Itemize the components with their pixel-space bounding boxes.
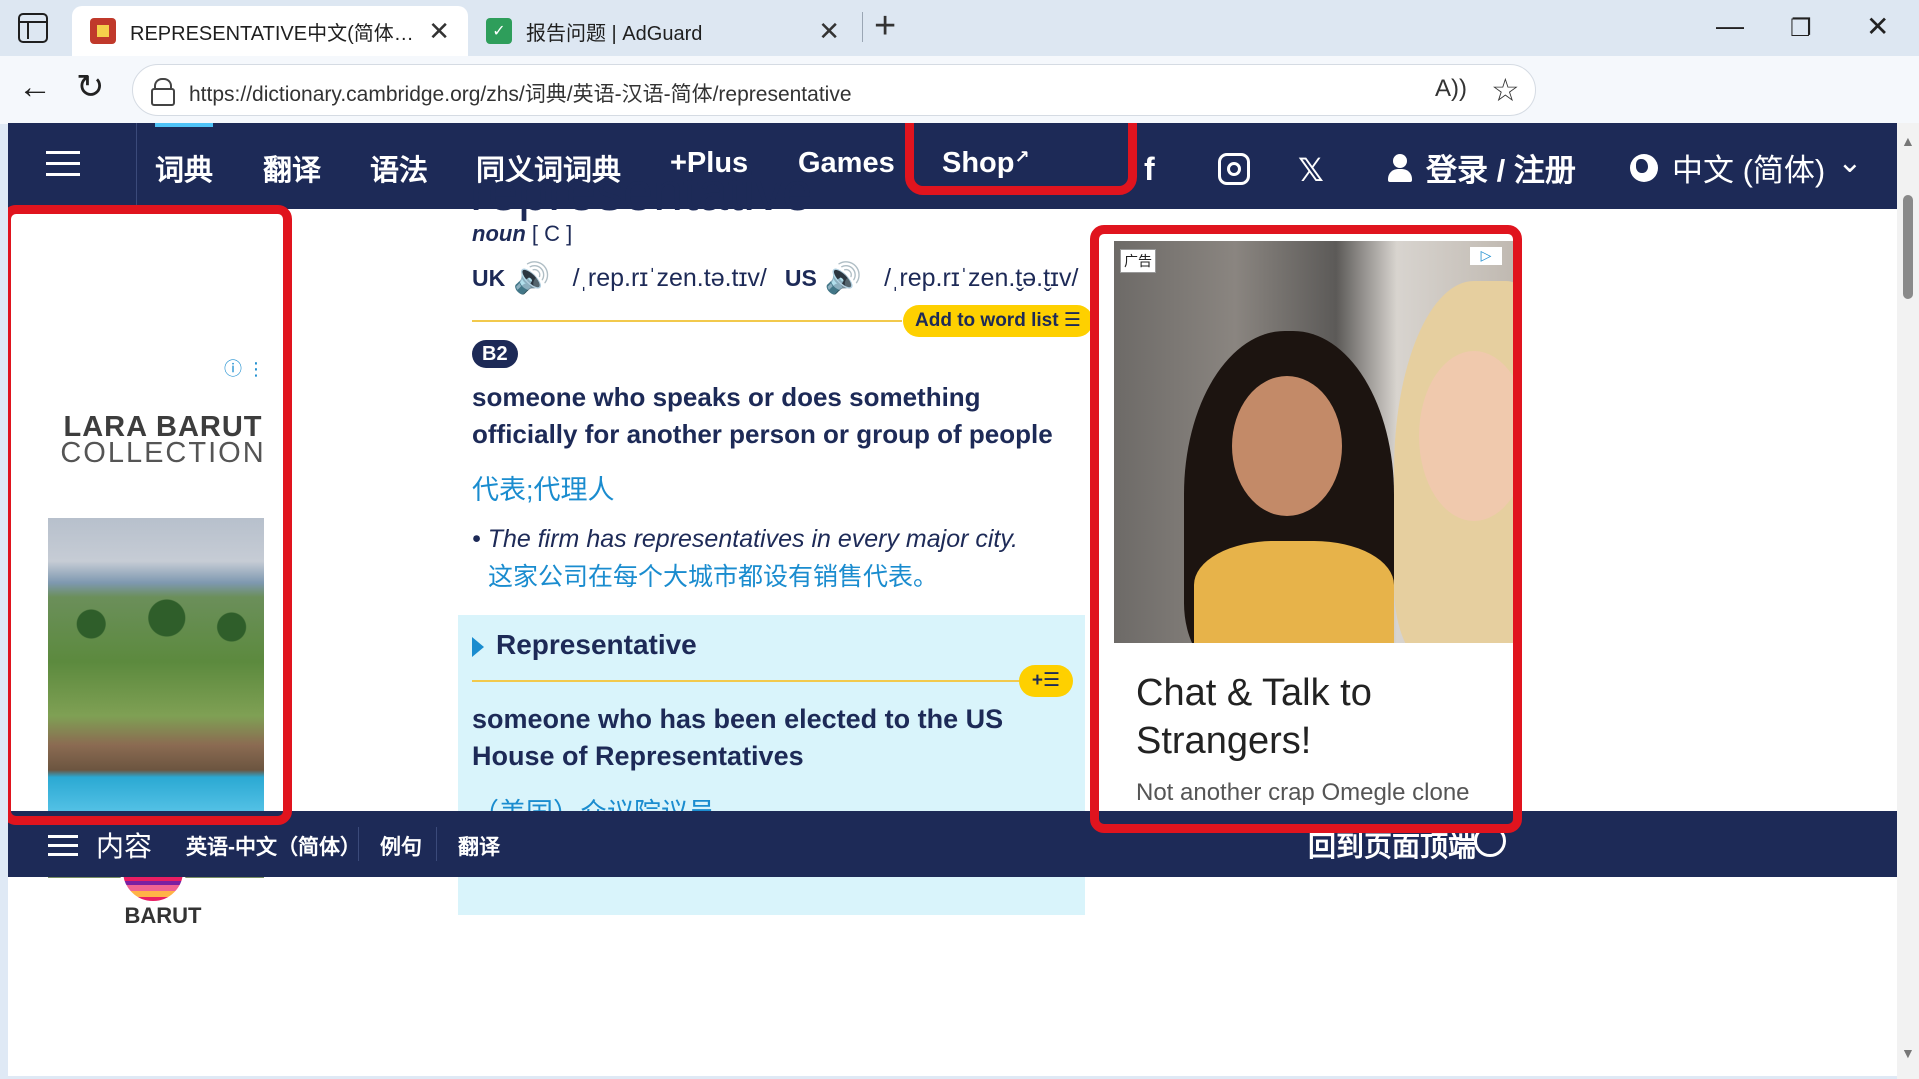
bottom-divider [436,827,437,861]
definition: someone who speaks or does something off… [472,382,1053,449]
adguard-shield-icon: ✓ [486,18,512,44]
ad-logo-text: BARUT [124,903,202,928]
uk-ipa: /ˌrep.rɪˈzen.tə.tɪv/ [572,264,767,292]
divider-line [472,320,902,322]
pronunciation-row: UK 🔊 /ˌrep.rɪˈzen.tə.tɪv/ US 🔊 /ˌrep.rɪˈ… [472,261,1096,296]
grammar-code: [ C ] [531,221,573,246]
sense-title[interactable]: Representative [496,629,697,661]
web-page: 词典 翻译 语法 同义词词典 +Plus Games Shop↗ f 𝕏 登录 … [8,123,1897,1076]
favorite-icon[interactable]: ☆ [1491,71,1520,109]
tab-cambridge[interactable]: REPRESENTATIVE中文(简体)翻译： ✕ [72,6,468,56]
page-scrollbar[interactable]: ▲ ▼ [1897,123,1919,1079]
us-audio-icon[interactable]: 🔊 [825,261,862,296]
divider-line [472,680,1020,682]
address-bar[interactable]: https://dictionary.cambridge.org/zhs/词典/… [132,64,1536,116]
scroll-down-icon[interactable]: ▼ [1901,1045,1915,1061]
bottom-sticky-bar: 内容 英语-中文（简体） 例句 翻译 回到页面顶端 [8,811,1897,877]
new-tab-button[interactable]: + [874,6,896,46]
bottom-divider [358,827,359,861]
tab-title: 报告问题 | AdGuard [526,22,703,45]
window-close-icon[interactable]: ✕ [1866,10,1889,43]
menu-icon[interactable] [46,151,80,177]
example-sentence: • The firm has representatives in every … [472,525,1018,553]
user-icon [1388,153,1412,182]
add-to-word-list-button[interactable]: Add to word list ☰ [903,305,1093,337]
scroll-thumb[interactable] [1903,195,1913,299]
annotation-social-highlight [905,123,1137,195]
annotation-left-ad-highlight [8,205,292,825]
part-of-speech: noun [ C ] [472,221,572,247]
contents-label[interactable]: 内容 [96,825,152,865]
bottom-link-en-zh[interactable]: 英语-中文（简体） [186,831,361,861]
cambridge-shield-icon [90,18,116,44]
reload-icon[interactable]: ↻ [76,70,105,104]
example-translation: 这家公司在每个大城市都设有销售代表。 [488,563,939,591]
annotation-right-ad-highlight [1090,225,1522,833]
nav-divider [136,123,137,209]
nav-grammar[interactable]: 语法 [370,147,428,189]
contents-menu-icon[interactable] [48,835,78,857]
tab-actions-icon[interactable] [18,13,48,43]
definition-translation: 代表;代理人 [472,475,615,505]
pos-label: noun [472,221,526,246]
tab-title: REPRESENTATIVE中文(简体)翻译： [130,22,418,45]
facebook-icon[interactable]: f [1144,151,1155,188]
nav-dictionary[interactable]: 词典 [155,123,214,189]
nav-translate[interactable]: 翻译 [263,147,321,189]
expand-triangle-icon[interactable] [472,637,484,657]
restore-icon[interactable]: ❐ [1790,14,1812,43]
cefr-level-badge: B2 [472,340,518,368]
us-label: US [784,265,817,291]
uk-audio-icon[interactable]: 🔊 [513,261,550,296]
add-sense-button[interactable]: +☰ [1019,665,1073,697]
login-label: 登录 / 注册 [1426,153,1576,188]
close-tab-icon[interactable]: ✕ [818,16,840,47]
tab-divider [862,12,863,42]
x-twitter-icon[interactable]: 𝕏 [1298,151,1324,189]
scroll-up-icon[interactable]: ▲ [1901,133,1915,149]
chevron-down-icon: ⌄ [1837,146,1863,179]
browser-tab-bar: REPRESENTATIVE中文(简体)翻译： ✕ ✓ 报告问题 | AdGua… [0,0,1919,56]
instagram-icon[interactable] [1218,153,1250,185]
minimize-icon[interactable]: — [1716,10,1744,42]
headword: representative [470,162,813,222]
close-tab-icon[interactable]: ✕ [428,16,450,47]
globe-icon [1630,153,1658,182]
language-selector[interactable]: 中文 (简体) ⌄ [1630,145,1862,190]
back-icon[interactable]: ← [18,70,52,104]
language-label: 中文 (简体) [1672,153,1826,188]
bottom-link-translations[interactable]: 翻译 [458,831,500,861]
read-aloud-icon[interactable]: A)) [1435,75,1467,103]
tab-adguard[interactable]: ✓ 报告问题 | AdGuard ✕ [468,6,858,56]
lock-icon[interactable] [151,78,175,106]
login-register-link[interactable]: 登录 / 注册 [1388,145,1576,190]
nav-games[interactable]: Games [798,147,895,180]
bottom-link-examples[interactable]: 例句 [380,831,422,861]
url-text[interactable]: https://dictionary.cambridge.org/zhs/词典/… [189,78,852,108]
us-ipa: /ˌrep.rɪˈzen.t̬ə.t̬ɪv/ [884,264,1079,292]
uk-label: UK [472,265,506,291]
sense-definition: someone who has been elected to the US H… [472,704,1004,771]
